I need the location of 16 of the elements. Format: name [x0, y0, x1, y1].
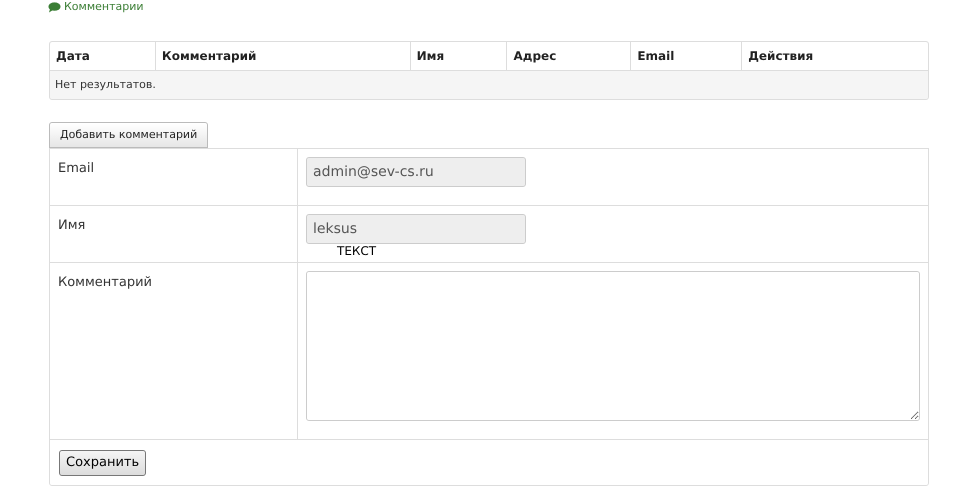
empty-message: Нет результатов.	[55, 76, 156, 93]
column-header: Имя	[410, 42, 508, 70]
column-header: Комментарий	[156, 42, 411, 70]
field-label: Комментарий	[58, 275, 152, 290]
field-label: Имя	[58, 218, 86, 234]
field-label: Email	[58, 161, 94, 176]
comment-textarea[interactable]	[306, 271, 920, 422]
comments-link[interactable]: Комментарии	[48, 0, 144, 16]
save-button[interactable]: Сохранить	[59, 450, 146, 476]
column-header: Адрес	[507, 42, 632, 70]
column-header: Дата	[50, 42, 156, 70]
column-header: Email	[631, 42, 742, 70]
column-header: Действия	[747, 48, 814, 65]
speech-bubble-icon	[48, 2, 61, 12]
add-comment-button[interactable]: Добавить комментарий	[49, 122, 208, 148]
field-note: ТЕКСТ	[337, 244, 376, 258]
